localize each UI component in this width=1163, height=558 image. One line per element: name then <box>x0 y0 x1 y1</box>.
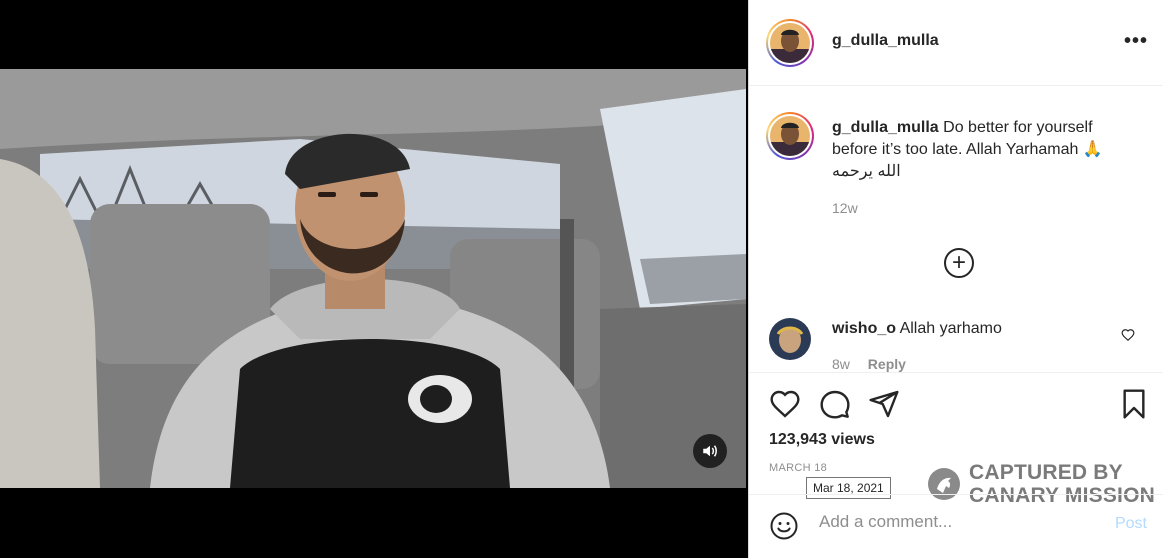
view-count[interactable]: 123,943 views <box>769 431 875 449</box>
caption-avatar[interactable] <box>766 112 814 160</box>
caption-text-line1: Do better for yourself <box>938 119 1093 136</box>
avatar-image <box>770 23 810 63</box>
comment-username[interactable]: wisho_o <box>832 320 896 337</box>
more-options-icon[interactable]: ••• <box>1124 30 1148 53</box>
add-circle-icon[interactable]: + <box>944 248 974 278</box>
caption-username[interactable]: g_dulla_mulla <box>832 119 939 136</box>
emoji-icon[interactable] <box>769 511 799 541</box>
post-button[interactable]: Post <box>1115 515 1147 533</box>
author-avatar[interactable] <box>766 19 814 67</box>
commenter-avatar[interactable] <box>769 318 811 360</box>
comment-input[interactable] <box>819 512 1099 532</box>
comment-body: Allah yarhamo <box>896 320 1002 337</box>
avatar-image <box>770 116 810 156</box>
media-pane <box>0 0 748 558</box>
share-icon[interactable] <box>868 388 900 420</box>
divider <box>749 372 1163 373</box>
post-panel: g_dulla_mulla ••• g_dulla_mulla Do bette… <box>748 0 1163 558</box>
comment: wisho_o Allah yarhamo <box>832 320 1002 338</box>
caption-text-line3: الله يرحمه <box>832 163 901 180</box>
caption-text-line2: before it’s too late. Allah Yarhamah 🙏 <box>832 141 1103 158</box>
volume-button[interactable] <box>693 434 727 468</box>
watermark-line2: CANARY MISSION <box>969 484 1155 507</box>
caption-age: 12w <box>832 200 858 216</box>
canary-logo-icon <box>928 468 960 500</box>
author-username[interactable]: g_dulla_mulla <box>832 32 939 50</box>
heart-icon[interactable] <box>769 388 801 420</box>
divider <box>749 494 1163 495</box>
watermark: CAPTURED BY CANARY MISSION <box>927 461 1155 507</box>
bookmark-icon[interactable] <box>1118 388 1150 420</box>
comment-like-icon[interactable] <box>1121 328 1135 342</box>
comment-age: 8w <box>832 356 850 372</box>
caption: g_dulla_mulla Do better for yourself bef… <box>832 117 1152 183</box>
avatar-image <box>769 318 811 360</box>
post-header: g_dulla_mulla ••• <box>749 0 1163 86</box>
load-more-glyph: + <box>951 249 966 276</box>
comment-icon[interactable] <box>819 388 851 420</box>
reply-link[interactable]: Reply <box>868 356 906 372</box>
video-player[interactable] <box>0 69 746 488</box>
date-tooltip: Mar 18, 2021 <box>806 477 891 499</box>
comment-meta: 8w Reply <box>832 356 920 372</box>
video-frame <box>0 69 746 488</box>
post-date[interactable]: MARCH 18 <box>769 462 827 474</box>
watermark-line1: CAPTURED BY <box>969 461 1123 484</box>
volume-icon <box>703 445 717 457</box>
